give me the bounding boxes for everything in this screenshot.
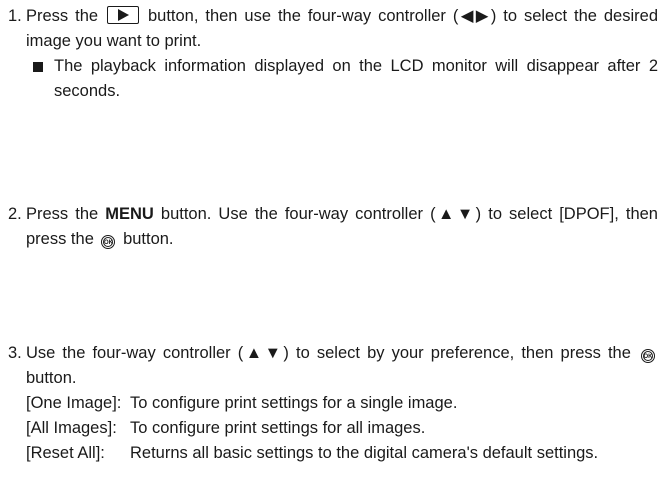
step-text: Use the four-way controller (▲▼) to sele… <box>26 341 658 391</box>
option-key: [Reset All]: <box>26 444 105 462</box>
ok-button-icon: OK <box>101 235 116 249</box>
option-list: [One Image]: To configure print settings… <box>26 391 658 466</box>
option-key: [All Images]: <box>26 419 117 437</box>
option-desc: To configure print settings for all imag… <box>130 419 426 437</box>
step-1: 1. Press the button, then use the four-w… <box>8 4 658 104</box>
option-one-image: [One Image]: To configure print settings… <box>26 391 658 416</box>
step-number: 2. <box>8 205 22 223</box>
option-desc: Returns all basic settings to the digita… <box>130 444 599 462</box>
note-text: The playback information displayed on th… <box>54 57 658 100</box>
step-number: 3. <box>8 344 22 362</box>
playback-icon <box>107 6 140 24</box>
step-text: Press the MENU button. Use the four-way … <box>26 205 658 249</box>
bullet-square-icon <box>33 62 43 72</box>
option-all-images: [All Images]: To configure print setting… <box>26 416 658 441</box>
step-3: 3. Use the four-way controller (▲▼) to s… <box>8 341 658 466</box>
step-text: Press the button, then use the four-way … <box>26 6 658 50</box>
option-key: [One Image]: <box>26 394 122 412</box>
option-reset-all: [Reset All]: Returns all basic settings … <box>26 441 658 466</box>
option-desc: To configure print settings for a single… <box>130 394 458 412</box>
step-2: 2. Press the MENU button. Use the four-w… <box>8 202 658 252</box>
step-number: 1. <box>8 7 22 25</box>
ok-button-icon: OK <box>641 349 655 363</box>
menu-button-label: MENU <box>105 205 154 223</box>
note-bullet: The playback information displayed on th… <box>8 54 658 104</box>
